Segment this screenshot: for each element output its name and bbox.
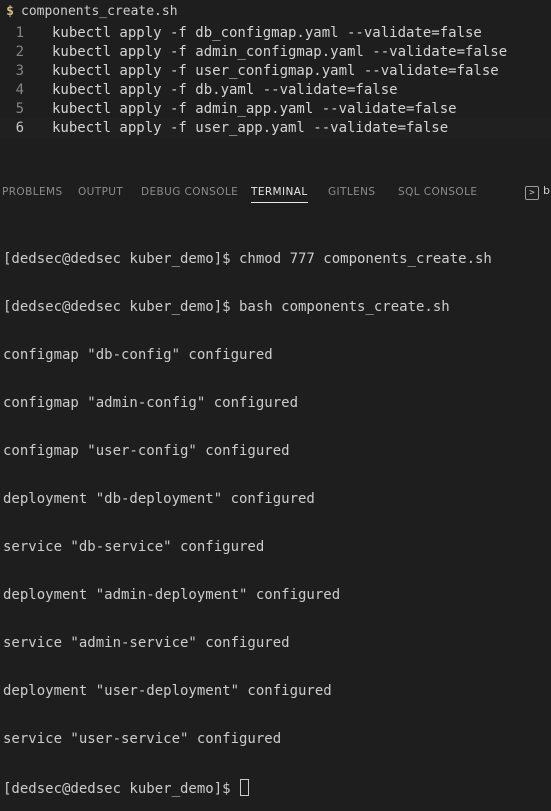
terminal-cursor xyxy=(240,779,250,796)
terminal-line: [dedsec@dedsec kuber_demo]$ chmod 777 co… xyxy=(3,251,492,267)
code-line[interactable]: 3 kubectl apply -f user_configmap.yaml -… xyxy=(0,61,551,80)
tab-debug-console[interactable]: DEBUG CONSOLE xyxy=(141,186,238,198)
code-line[interactable]: 5 kubectl apply -f admin_app.yaml --vali… xyxy=(0,99,551,118)
terminal-prompt: [dedsec@dedsec kuber_demo]$ xyxy=(3,781,240,797)
tab-output[interactable]: OUTPUT xyxy=(78,186,123,198)
code-text[interactable]: kubectl apply -f db_configmap.yaml --val… xyxy=(52,25,482,41)
code-editor[interactable]: 1 kubectl apply -f db_configmap.yaml --v… xyxy=(0,22,551,140)
line-number: 1 xyxy=(15,24,24,41)
terminal-output[interactable]: [dedsec@dedsec kuber_demo]$ chmod 777 co… xyxy=(3,219,551,811)
terminal-line: deployment "user-deployment" configured xyxy=(3,683,332,699)
line-number: 5 xyxy=(15,100,24,117)
terminal-line: deployment "db-deployment" configured xyxy=(3,491,315,507)
terminal-line: configmap "admin-config" configured xyxy=(3,395,299,411)
tab-gitlens[interactable]: GITLENS xyxy=(328,186,375,198)
line-number: 6 xyxy=(15,119,24,136)
shell-file-icon: $ xyxy=(6,3,14,19)
code-line[interactable]: 2 kubectl apply -f admin_configmap.yaml … xyxy=(0,42,551,61)
tab-terminal[interactable]: TERMINAL xyxy=(251,186,308,203)
breadcrumb[interactable]: $ components_create.sh xyxy=(0,0,551,22)
terminal-line: deployment "admin-deployment" configured xyxy=(3,587,341,603)
code-line[interactable]: 1 kubectl apply -f db_configmap.yaml --v… xyxy=(0,23,551,42)
terminal-line: [dedsec@dedsec kuber_demo]$ bash compone… xyxy=(3,299,450,315)
code-text[interactable]: kubectl apply -f user_app.yaml --validat… xyxy=(52,120,448,136)
terminal-line: service "admin-service" configured xyxy=(3,635,290,651)
terminal-line: service "user-service" configured xyxy=(3,731,282,747)
panel-tab-bar: PROBLEMS OUTPUT DEBUG CONSOLE TERMINAL G… xyxy=(0,181,551,203)
terminal-launch-icon[interactable]: > xyxy=(525,186,539,200)
tab-problems[interactable]: PROBLEMS xyxy=(2,186,63,198)
line-number: 4 xyxy=(15,81,24,98)
code-text[interactable]: kubectl apply -f admin_app.yaml --valida… xyxy=(52,101,457,117)
terminal-line: configmap "db-config" configured xyxy=(3,347,273,363)
code-text[interactable]: kubectl apply -f user_configmap.yaml --v… xyxy=(52,63,499,79)
panel-action-label[interactable]: b xyxy=(543,184,550,197)
line-number: 2 xyxy=(15,43,24,60)
terminal-line: configmap "user-config" configured xyxy=(3,443,290,459)
code-line[interactable]: 4 kubectl apply -f db.yaml --validate=fa… xyxy=(0,80,551,99)
terminal-line: service "db-service" configured xyxy=(3,539,265,555)
tab-sql-console[interactable]: SQL CONSOLE xyxy=(398,186,477,198)
code-text[interactable]: kubectl apply -f admin_configmap.yaml --… xyxy=(52,44,507,60)
code-line-active[interactable]: 6 kubectl apply -f user_app.yaml --valid… xyxy=(0,118,551,137)
line-number: 3 xyxy=(15,62,24,79)
breadcrumb-filename[interactable]: components_create.sh xyxy=(21,4,178,19)
code-text[interactable]: kubectl apply -f db.yaml --validate=fals… xyxy=(52,82,398,98)
terminal-prompt-line[interactable]: [dedsec@dedsec kuber_demo]$ xyxy=(3,779,551,797)
